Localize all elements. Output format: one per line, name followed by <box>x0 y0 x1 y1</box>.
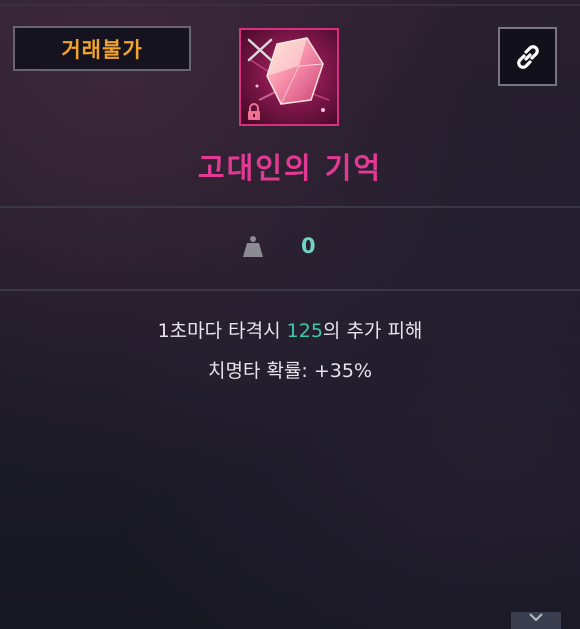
effect-line-1: 1초마다 타격시 125의 추가 피해 <box>0 316 580 343</box>
item-name: 고대인의 기억 <box>197 151 383 185</box>
top-border <box>0 4 580 6</box>
untradeable-badge: 거래불가 <box>13 26 191 71</box>
divider-middle <box>0 289 580 291</box>
untradeable-label: 거래불가 <box>61 37 143 62</box>
collapse-button[interactable] <box>511 612 561 629</box>
chevron-down-icon <box>529 613 543 622</box>
weight-icon <box>243 236 263 257</box>
item-tooltip-panel: 거래불가 고대인의 기억 0 1초마다 타격시 125의 추가 피해 치명타 확… <box>0 0 580 629</box>
item-icon-frame <box>239 28 339 126</box>
effect-text-prefix: 1초마다 타격시 <box>157 320 287 342</box>
effect-text-suffix: 의 추가 피해 <box>322 320 423 342</box>
link-icon <box>516 44 539 69</box>
effect-damage-value: 125 <box>286 320 323 342</box>
weight-value: 0 <box>301 234 316 258</box>
weight-row: 0 <box>0 228 580 268</box>
effect-line-2: 치명타 확률: +35% <box>207 360 373 382</box>
link-button[interactable] <box>498 27 557 86</box>
divider-top <box>0 206 580 208</box>
lock-icon <box>248 103 260 120</box>
